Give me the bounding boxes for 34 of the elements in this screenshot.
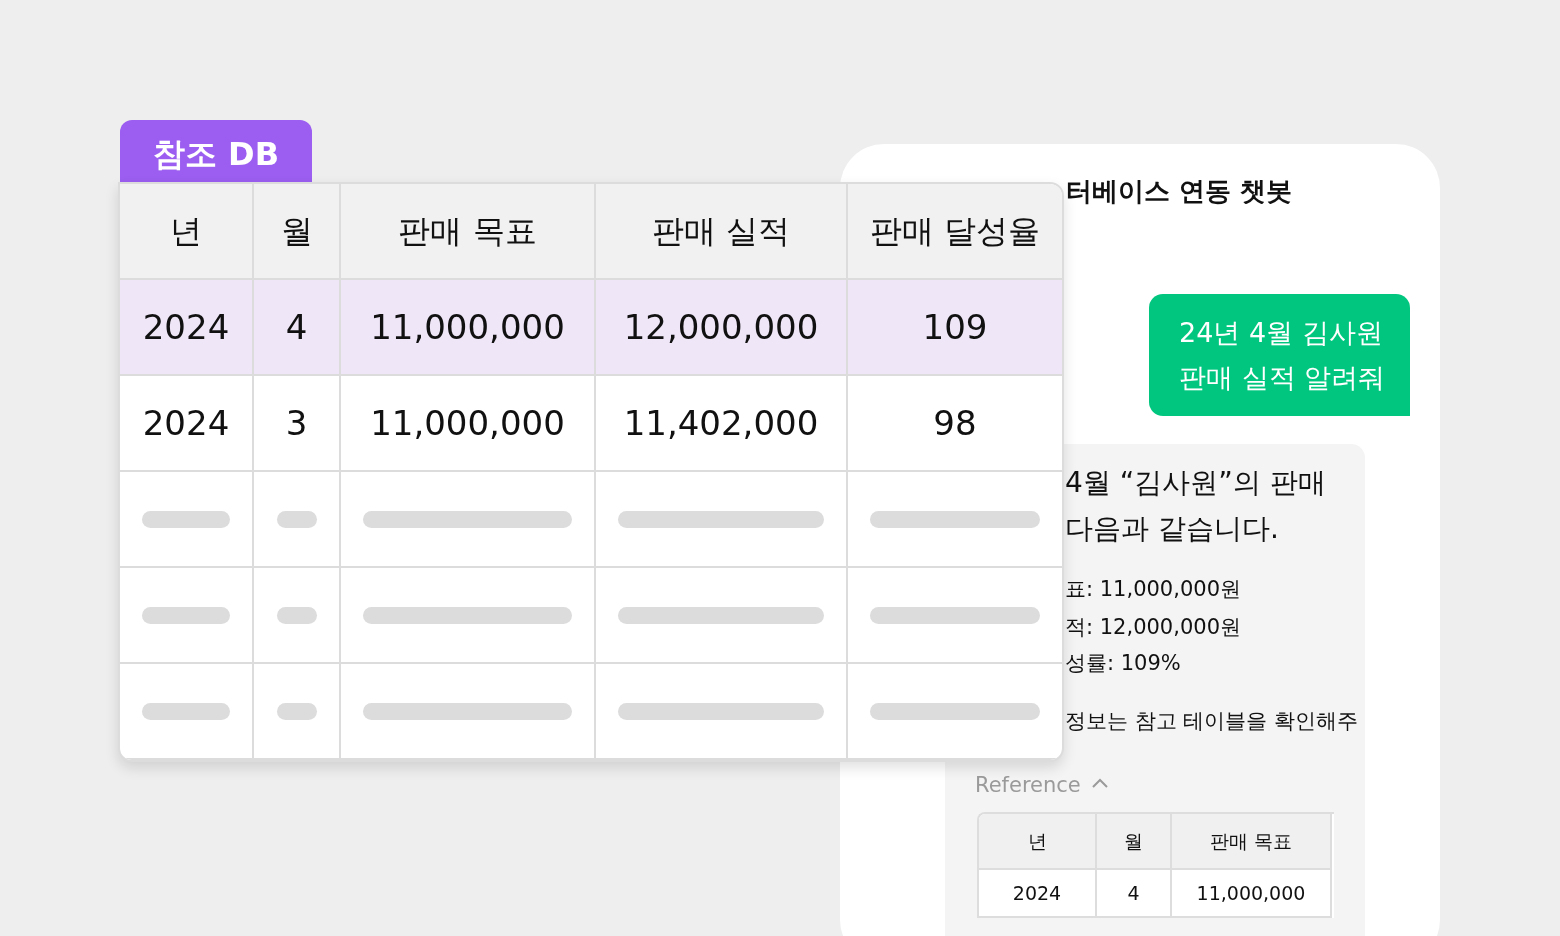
reference-label: Reference [975, 772, 1081, 799]
column-header: 판매 목표 [341, 184, 596, 280]
column-header: 년 [979, 814, 1097, 870]
message-text: 정보는 참고 테이블을 확인해주 [1065, 708, 1359, 735]
table-cell: 2024 [120, 280, 254, 376]
message-text: 성률: 109% [1065, 650, 1181, 677]
skeleton-bar [276, 702, 317, 720]
message-text: 4월 “김사원”의 판매 [1065, 465, 1326, 501]
table-cell: 11,402,000 [596, 376, 848, 472]
message-text: 다음과 같습니다. [1065, 511, 1279, 547]
column-header: 판매 달성율 [848, 184, 1062, 280]
table-cell: 109 [848, 280, 1062, 376]
window-title: 터베이스 연동 챗봇 [1066, 175, 1293, 208]
column-header: 월 [254, 184, 341, 280]
skeleton-bar [276, 510, 317, 528]
table-cell: 11,000,000 [341, 280, 596, 376]
column-header: 년 [120, 184, 254, 280]
table-cell: 2024 [979, 870, 1097, 918]
table-cell: 12,000,000 [596, 280, 848, 376]
column-header: 판매 목표 [1172, 814, 1332, 870]
column-header: 월 [1097, 814, 1172, 870]
user-message: 24년 4월 김사원 판매 실적 알려줘 [1149, 294, 1410, 416]
table-cell: 3 [254, 376, 341, 472]
table-cell: 11,000,000 [1172, 870, 1332, 918]
skeleton-bar [276, 606, 317, 624]
table-cell: 4 [1097, 870, 1172, 918]
table-cell: 98 [848, 376, 1062, 472]
chevron-up-icon[interactable] [1092, 778, 1108, 788]
table-cell: 11,000,000 [341, 376, 596, 472]
message-text: 표: 11,000,000원 [1065, 576, 1241, 603]
table-cell: 4 [254, 280, 341, 376]
message-text: 적: 12,000,000원 [1065, 614, 1241, 641]
column-header: 판매 실적 [596, 184, 848, 280]
table-cell: 2024 [120, 376, 254, 472]
